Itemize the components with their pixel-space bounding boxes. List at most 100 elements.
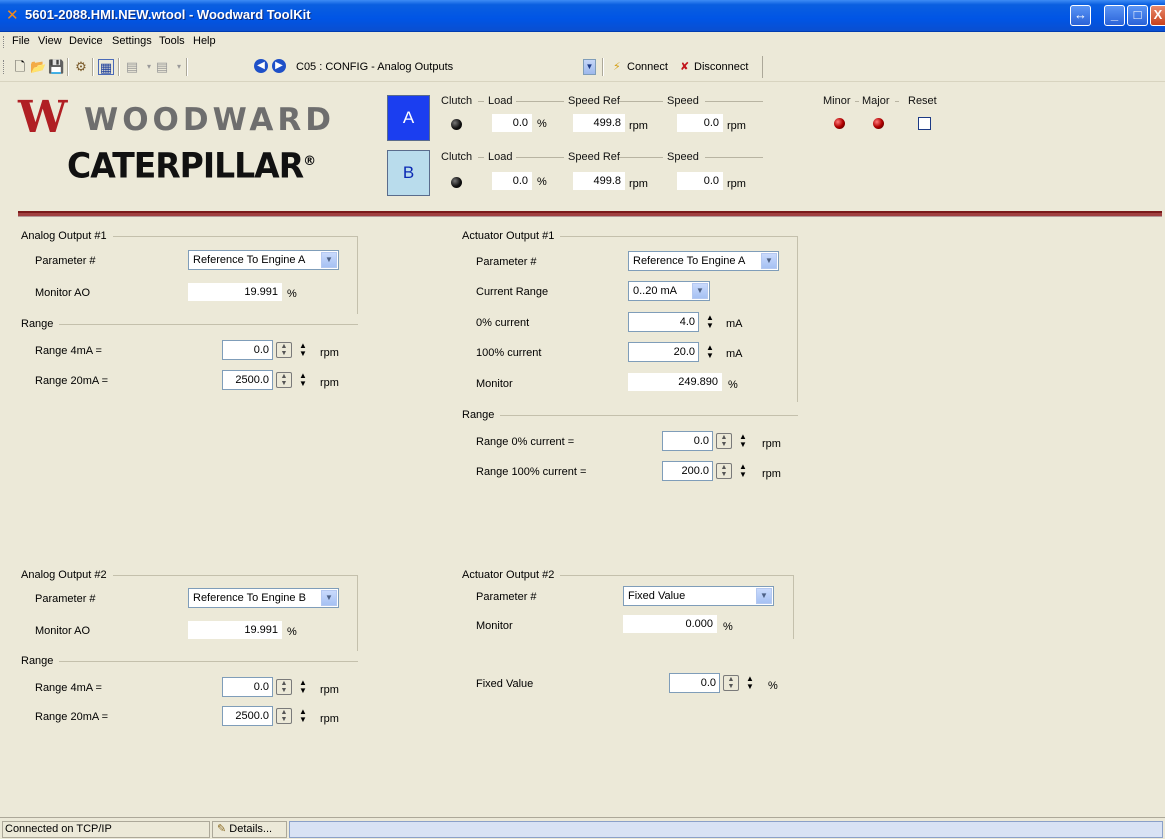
spinner-updown-outline-icon[interactable]: ▲ ▼ [276,708,292,724]
select-value: 0..20 mA [633,285,678,297]
page-selector-value: C05 : CONFIG - Analog Outputs [296,61,454,73]
range-4ma-unit: rpm [320,684,339,696]
maximize-button[interactable]: □ [1127,5,1148,26]
spinner-updown-icon[interactable]: ▲ ▼ [735,433,751,449]
spinner-updown-icon[interactable]: ▲ ▼ [702,344,718,360]
speed-ref-value: 499.8 [573,172,625,190]
minor-alarm-label: Minor [823,95,851,107]
analog-output-2-parameter-select[interactable]: Reference To Engine B ▼ [188,588,339,608]
woodward-w-mark: W [18,92,67,143]
spinner-updown-icon[interactable]: ▲ ▼ [295,372,311,388]
fixed-value-unit: % [768,680,778,692]
close-button[interactable]: X [1150,5,1165,26]
current-range-select[interactable]: 0..20 mA ▼ [628,281,710,301]
range-100-current-input[interactable]: 200.0 [662,461,713,481]
select-value: Fixed Value [628,590,686,602]
connect-label: Connect [627,61,668,73]
full-current-input[interactable]: 20.0 [628,342,699,362]
speed-ref-value: 499.8 [573,114,625,132]
toolbar-separator [602,58,604,76]
forward-icon[interactable]: ▶ [272,59,286,73]
menu-tools[interactable]: Tools [159,35,185,47]
fixed-value-input[interactable]: 0.0 [669,673,720,693]
range-0-current-input[interactable]: 0.0 [662,431,713,451]
range-4ma-input[interactable]: 0.0 [222,340,273,360]
full-current-unit: mA [726,348,743,360]
menu-file[interactable]: File [12,35,30,47]
spinner-updown-outline-icon[interactable]: ▲ ▼ [276,342,292,358]
spinner-updown-icon[interactable]: ▲ ▼ [735,463,751,479]
menu-view[interactable]: View [38,35,62,47]
speed-unit: rpm [727,120,746,132]
range-20ma-input[interactable]: 2500.0 [222,370,273,390]
load-unit: % [537,118,547,130]
engine-b-button[interactable]: B [387,150,430,196]
toolbar-grip [3,60,6,74]
header-divider [18,211,1162,217]
new-file-icon[interactable]: 🗋 [12,59,28,75]
toolbar-separator [186,58,188,76]
load-label: Load [488,95,513,107]
actuator-output-2-parameter-select[interactable]: Fixed Value ▼ [623,586,774,606]
chevron-down-icon[interactable]: ▼ [756,588,772,604]
range-0-current-label: Range 0% current = [476,436,575,448]
spinner-updown-outline-icon[interactable]: ▲ ▼ [276,679,292,695]
load-value: 0.0 [492,172,532,190]
analog-output-1-parameter-select[interactable]: Reference To Engine A ▼ [188,250,339,270]
range-4ma-unit: rpm [320,347,339,359]
chevron-down-icon[interactable]: ▼ [583,59,596,75]
engine-a-button[interactable]: A [387,95,430,141]
range-4ma-input[interactable]: 0.0 [222,677,273,697]
spinner-updown-icon[interactable]: ▲ ▼ [295,342,311,358]
spinner-updown-outline-icon[interactable]: ▲ ▼ [716,463,732,479]
monitor-unit: % [728,379,738,391]
caterpillar-logo-text: CATERPILLAR [67,145,304,186]
page-selector[interactable]: C05 : CONFIG - Analog Outputs ▼ [296,59,596,77]
tool-settings-icon[interactable]: ⚙ [73,59,89,75]
toolbar-separator [92,58,94,76]
menu-device[interactable]: Device [69,35,103,47]
connect-button[interactable]: ⚡ Connect [613,60,668,73]
spinner-updown-outline-icon[interactable]: ▲ ▼ [716,433,732,449]
chevron-down-icon[interactable]: ▼ [321,590,337,606]
minimize-button[interactable]: _ [1104,5,1125,26]
clutch-led [451,119,462,130]
load-value: 0.0 [492,114,532,132]
spinner-updown-icon[interactable]: ▲ ▼ [295,708,311,724]
range-20ma-input[interactable]: 2500.0 [222,706,273,726]
range-20ma-unit: rpm [320,377,339,389]
restore-toggle-icon[interactable]: ↔ [1070,5,1091,26]
zero-current-input[interactable]: 4.0 [628,312,699,332]
monitor-unit: % [723,621,733,633]
chevron-down-icon[interactable]: ▼ [761,253,777,269]
chevron-down-icon[interactable]: ▼ [321,252,337,268]
range-title: Range [21,655,60,667]
save-icon[interactable]: 💾 [48,59,64,75]
details-button[interactable]: ✎ Details... [212,821,287,838]
spinner-updown-icon[interactable]: ▲ ▼ [742,675,758,691]
speed-unit: rpm [727,178,746,190]
header-line [516,101,564,102]
select-value: Reference To Engine B [193,592,306,604]
reset-checkbox[interactable] [918,117,931,130]
analog-output-1-title: Analog Output #1 [21,230,113,242]
range-20ma-label: Range 20mA = [35,711,109,723]
back-icon[interactable]: ◀ [254,59,268,73]
disconnect-button[interactable]: ✘ Disconnect [680,60,748,73]
speed-ref-unit: rpm [629,178,648,190]
open-folder-icon[interactable]: 📂 [30,59,46,75]
actuator-output-1-title: Actuator Output #1 [462,230,561,242]
properties-icon[interactable]: ▦ [98,59,114,75]
major-alarm-label: Major [862,95,890,107]
monitor-label: Monitor [476,378,513,390]
spinner-updown-icon[interactable]: ▲ ▼ [295,679,311,695]
spinner-updown-outline-icon[interactable]: ▲ ▼ [723,675,739,691]
toolbar: 🗋 📂 💾 ⚙ ▦ ▤ ▾ ▤ ▾ ◀ ▶ C05 : CONFIG - Ana… [0,52,1165,82]
spinner-updown-icon[interactable]: ▲ ▼ [702,314,718,330]
chevron-down-icon[interactable]: ▼ [692,283,708,299]
menu-help[interactable]: Help [193,35,216,47]
actuator-output-1-parameter-select[interactable]: Reference To Engine A ▼ [628,251,779,271]
group-border [793,575,794,639]
spinner-updown-outline-icon[interactable]: ▲ ▼ [276,372,292,388]
menu-settings[interactable]: Settings [112,35,152,47]
